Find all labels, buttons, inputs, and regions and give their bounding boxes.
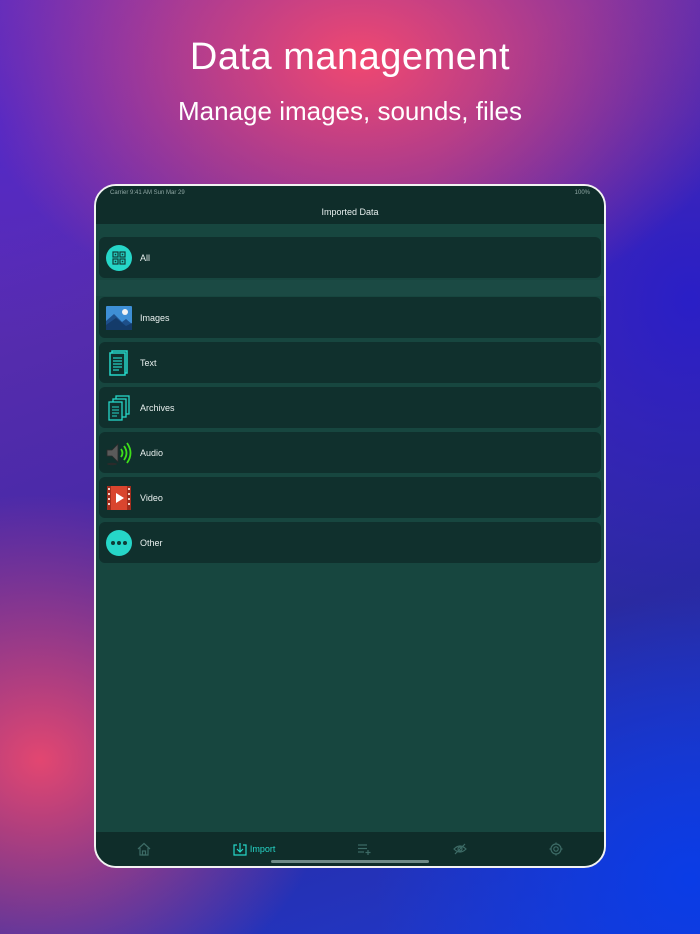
category-label: Video bbox=[140, 492, 163, 503]
hidden-icon bbox=[453, 843, 467, 855]
navigation-bar: Imported Data bbox=[96, 200, 604, 224]
gear-icon bbox=[549, 842, 563, 856]
category-row-other[interactable]: Other bbox=[99, 522, 601, 563]
category-label: Images bbox=[140, 312, 170, 323]
category-label: Archives bbox=[140, 402, 175, 413]
category-row-all[interactable]: All bbox=[99, 237, 601, 278]
tab-label: Import bbox=[249, 844, 276, 854]
home-icon bbox=[137, 842, 151, 856]
list-add-icon bbox=[358, 844, 371, 855]
category-row-text[interactable]: Text bbox=[99, 342, 601, 383]
hero-title: Data management bbox=[189, 36, 511, 78]
all-grid-icon bbox=[106, 244, 132, 271]
tab-hidden[interactable] bbox=[453, 842, 467, 856]
status-right: 100% bbox=[574, 190, 590, 196]
category-label: Audio bbox=[140, 447, 164, 458]
category-row-images[interactable]: Images bbox=[99, 297, 601, 338]
tab-home[interactable] bbox=[137, 842, 151, 856]
page-title: Imported Data bbox=[321, 207, 379, 217]
category-label: Other bbox=[140, 537, 163, 548]
status-left: Carrier 9:41 AM Sun Mar 29 bbox=[110, 190, 185, 196]
hero-subtitle: Manage images, sounds, files bbox=[178, 96, 522, 126]
status-bar: Carrier 9:41 AM Sun Mar 29 100% bbox=[96, 186, 604, 200]
category-list: All Images Text Archives Audio Video Oth… bbox=[96, 224, 604, 832]
archives-icon bbox=[106, 394, 132, 421]
category-row-archives[interactable]: Archives bbox=[99, 387, 601, 428]
category-label: Text bbox=[140, 357, 157, 368]
speaker-icon bbox=[106, 440, 132, 466]
more-icon bbox=[106, 529, 132, 556]
tab-import[interactable]: Import bbox=[233, 842, 276, 856]
video-icon bbox=[106, 485, 132, 511]
category-row-audio[interactable]: Audio bbox=[99, 432, 601, 473]
category-row-video[interactable]: Video bbox=[99, 477, 601, 518]
home-indicator[interactable] bbox=[271, 860, 429, 863]
tab-settings[interactable] bbox=[549, 842, 563, 856]
import-icon bbox=[233, 843, 247, 856]
section-separator bbox=[96, 280, 604, 296]
device-frame: Carrier 9:41 AM Sun Mar 29 100% Imported… bbox=[94, 184, 606, 868]
category-label: All bbox=[140, 252, 151, 263]
tab-list[interactable] bbox=[357, 842, 371, 856]
image-icon bbox=[106, 305, 132, 331]
text-document-icon bbox=[106, 349, 132, 376]
